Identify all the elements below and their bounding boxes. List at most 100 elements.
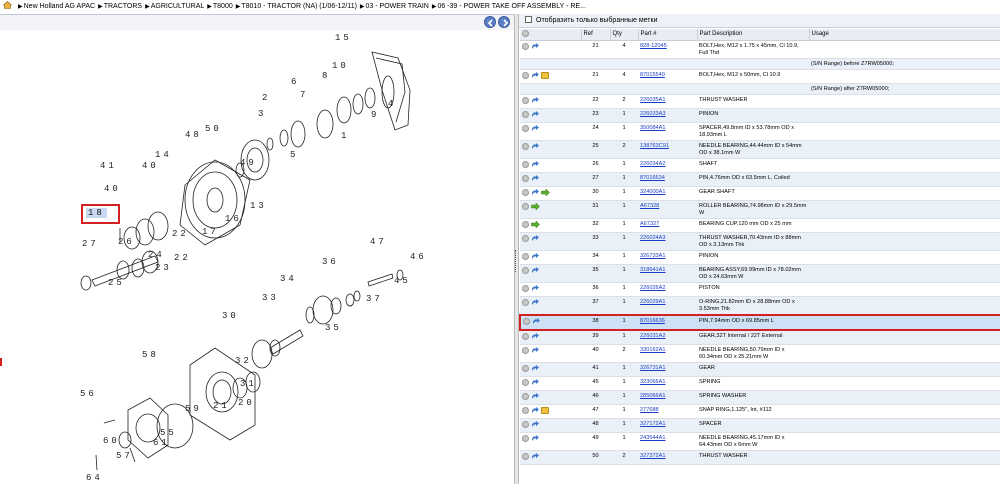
table-row[interactable]: (S/N Range) before Z7RW05000; xyxy=(520,58,1000,70)
cart-arrow-icon[interactable] xyxy=(531,406,539,414)
cart-arrow-icon[interactable] xyxy=(531,284,539,292)
table-row[interactable]: 24 1 350084A1 SPACER,49.8mm ID x 53.78mm OD… xyxy=(520,122,1000,141)
table-row[interactable]: 36 1 226026A2 PISTON xyxy=(520,282,1000,297)
info-icon[interactable] xyxy=(522,452,529,460)
column-header[interactable]: Usage xyxy=(809,29,1000,41)
cart-arrow-icon[interactable] xyxy=(531,420,539,428)
table-row[interactable]: 35 1 318641A1 BEARING ASSY,69.99mm ID x 78.… xyxy=(520,264,1000,283)
callout-label[interactable]: 24 xyxy=(148,250,165,260)
note-icon[interactable] xyxy=(541,406,549,414)
breadcrumb-item[interactable]: T8010 - TRACTOR (NA) (1/06-12/11) xyxy=(241,3,357,10)
home-icon[interactable] xyxy=(2,1,13,9)
info-icon[interactable] xyxy=(522,202,529,210)
column-header[interactable]: Ref xyxy=(581,29,611,41)
callout-label[interactable]: 2 xyxy=(262,93,270,103)
cart-arrow-icon[interactable] xyxy=(531,142,539,150)
back-icon[interactable] xyxy=(484,16,496,28)
cart-arrow-icon[interactable] xyxy=(531,110,539,118)
table-row[interactable]: 46 1 285066A1 SPRING WASHER xyxy=(520,390,1000,405)
cart-arrow-icon[interactable] xyxy=(532,317,540,325)
callout-label[interactable]: 46 xyxy=(410,252,427,262)
info-icon[interactable] xyxy=(522,110,529,118)
breadcrumb-item[interactable]: TRACTORS xyxy=(104,3,142,10)
table-row[interactable]: 21 4 828-12045 BOLT,Hex, M12 x 1.75 x 45mm,… xyxy=(520,40,1000,59)
table-row[interactable]: 31 1 A67328 ROLLER BEARING,74.98mm ID x 29.… xyxy=(520,200,1000,219)
column-header[interactable] xyxy=(520,29,582,41)
table-row[interactable]: 32 1 A67327 BEARING CUP,120 mm OD x 25 mm xyxy=(520,218,1000,233)
callout-label[interactable]: 13 xyxy=(250,201,267,211)
table-row[interactable]: 39 1 226031A2 GEAR,32T Internal / 22T Exter… xyxy=(520,329,1000,345)
info-icon[interactable] xyxy=(522,298,529,306)
table-row[interactable]: 34 1 326733A1 PINION xyxy=(520,250,1000,265)
table-row-selected[interactable]: 38 1 87016636 PIN,7.94mm OD x 69.85mm L xyxy=(519,313,1000,331)
table-row[interactable]: 27 1 87016634 PIN,4.76mm OD x 63.5mm L, Coi… xyxy=(520,172,1000,187)
table-row[interactable]: 47 1 277688 SNAP RING,1.125", Int, #112 xyxy=(520,404,1000,419)
breadcrumb-item[interactable]: T8000 xyxy=(213,3,233,10)
breadcrumb-item[interactable]: AGRICULTURAL xyxy=(151,3,205,10)
callout-label[interactable]: 59 xyxy=(185,404,202,414)
callout-label[interactable]: 45 xyxy=(394,276,411,286)
info-icon[interactable] xyxy=(522,234,529,242)
info-icon[interactable] xyxy=(522,284,529,292)
callout-label[interactable]: 27 xyxy=(82,239,99,249)
callout-label[interactable]: 16 xyxy=(225,214,242,224)
part-number-link[interactable]: A67328 xyxy=(640,203,659,209)
part-number-link[interactable]: 226034A2 xyxy=(640,161,666,167)
cart-arrow-icon[interactable] xyxy=(531,332,539,340)
table-row[interactable]: 37 1 226029A1 O-RING,21.82mm ID x 28.88mm O… xyxy=(520,296,1000,315)
part-number-link[interactable]: 324000A1 xyxy=(640,189,666,195)
part-number-link[interactable]: A67327 xyxy=(640,221,659,227)
cart-arrow-icon[interactable] xyxy=(531,188,539,196)
cart-arrow-icon[interactable] xyxy=(531,252,539,260)
callout-label[interactable]: 8 xyxy=(322,71,330,81)
callout-label[interactable]: 50 xyxy=(205,124,222,134)
part-number-link[interactable]: 226035A1 xyxy=(640,97,666,103)
info-icon[interactable] xyxy=(522,406,529,414)
callout-label[interactable]: 15 xyxy=(335,33,352,43)
callout-label[interactable]: 55 xyxy=(160,428,177,438)
callout-label[interactable]: 32 xyxy=(235,356,252,366)
part-number-link[interactable]: 226026A2 xyxy=(640,285,666,291)
part-number-link[interactable]: 87016634 xyxy=(640,175,665,181)
info-icon[interactable] xyxy=(522,220,529,228)
settings-icon[interactable] xyxy=(522,29,529,37)
callout-label[interactable]: 57 xyxy=(116,451,133,461)
info-icon[interactable] xyxy=(522,434,529,442)
part-number-link[interactable]: 350084A1 xyxy=(640,125,666,131)
callout-label[interactable]: 5 xyxy=(290,150,298,160)
table-row[interactable]: 50 2 327372A1 THRUST WASHER xyxy=(520,450,1000,465)
callout-label[interactable]: 36 xyxy=(322,257,339,267)
part-number-link[interactable]: 226033A3 xyxy=(640,111,666,117)
callout-label[interactable]: 60 xyxy=(103,436,120,446)
info-icon[interactable] xyxy=(522,42,529,50)
part-number-link[interactable]: 326733A1 xyxy=(640,253,666,259)
callout-label[interactable]: 4 xyxy=(388,99,396,109)
show-selected-checkbox[interactable] xyxy=(525,16,532,23)
part-number-link[interactable]: 277688 xyxy=(640,407,659,413)
part-number-link[interactable]: 243544A1 xyxy=(640,435,666,441)
callout-label[interactable]: 34 xyxy=(280,274,297,284)
table-row[interactable]: 26 1 226034A2 SHAFT xyxy=(520,158,1000,173)
info-icon[interactable] xyxy=(522,392,529,400)
replacement-arrow-icon[interactable] xyxy=(541,187,550,197)
callout-label[interactable]: 30 xyxy=(222,311,239,321)
callout-label[interactable]: 7 xyxy=(300,90,308,100)
callout-label[interactable]: 1 xyxy=(341,131,349,141)
part-number-link[interactable]: 87016636 xyxy=(640,318,665,324)
info-icon[interactable] xyxy=(522,160,529,168)
cart-arrow-icon[interactable] xyxy=(531,298,539,306)
callout-label[interactable]: 33 xyxy=(262,293,279,303)
selected-callout-18[interactable]: 18 xyxy=(81,204,120,224)
cart-arrow-icon[interactable] xyxy=(531,452,539,460)
table-row[interactable]: (S/N Range) after Z7RW05000; xyxy=(520,83,1000,95)
cart-arrow-icon[interactable] xyxy=(531,160,539,168)
table-row[interactable]: 48 1 327172A1 SPACER xyxy=(520,418,1000,433)
replacement-arrow-icon[interactable] xyxy=(531,201,540,211)
cart-arrow-icon[interactable] xyxy=(531,174,539,182)
table-row[interactable]: 41 1 326731A1 GEAR xyxy=(520,362,1000,377)
info-icon[interactable] xyxy=(522,174,529,182)
note-icon[interactable] xyxy=(541,71,549,79)
column-header[interactable]: Part Description xyxy=(697,29,810,41)
cart-arrow-icon[interactable] xyxy=(531,42,539,50)
cart-arrow-icon[interactable] xyxy=(531,234,539,242)
